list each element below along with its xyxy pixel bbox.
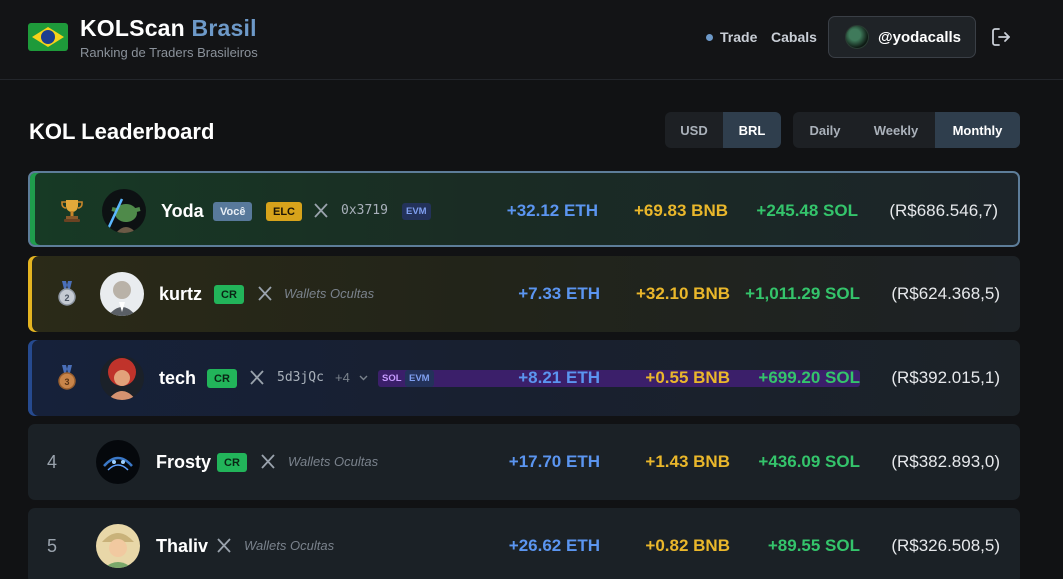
nav-trade[interactable]: Trade: [706, 29, 757, 45]
period-weekly-option[interactable]: Weekly: [857, 112, 935, 148]
more-wallets-count[interactable]: +4: [335, 370, 350, 385]
brl-total: (R$686.546,7): [889, 201, 998, 220]
brl-total: (R$326.508,5): [891, 536, 1000, 555]
rank-number: 5: [47, 536, 58, 556]
sol-pnl: +1,011.29 SOL: [745, 284, 860, 303]
active-dot-icon: [706, 33, 713, 41]
trader-name[interactable]: Yoda: [161, 201, 204, 222]
brand-main: KOLScan: [80, 15, 185, 41]
wallet-address[interactable]: 0x3719: [341, 203, 388, 218]
hidden-wallets-label: Wallets Ocultas: [284, 286, 375, 301]
trader-name[interactable]: Thaliv: [156, 536, 208, 557]
eth-pnl: +7.33 ETH: [518, 284, 600, 303]
x-twitter-icon[interactable]: [250, 370, 264, 385]
leaderboard-row[interactable]: 5 Thaliv Wallets Ocultas +26.62 ETH +0.8…: [28, 508, 1020, 579]
trader-name[interactable]: tech: [159, 368, 196, 389]
period-toggle: Daily Weekly Monthly: [793, 112, 1020, 148]
top-header: KOLScan Brasil Ranking de Traders Brasil…: [0, 0, 1063, 80]
nav-cabals[interactable]: Cabals: [771, 29, 817, 45]
trader-name[interactable]: Frosty: [156, 452, 211, 473]
svg-text:3: 3: [64, 377, 69, 387]
brl-total: (R$392.015,1): [891, 368, 1000, 387]
brand-tagline: Ranking de Traders Brasileiros: [80, 45, 258, 60]
cr-badge: CR: [217, 453, 247, 472]
x-twitter-icon[interactable]: [217, 538, 231, 553]
currency-brl-option[interactable]: BRL: [723, 112, 781, 148]
evm-chain-badge: EVM: [405, 370, 434, 387]
leaderboard-row[interactable]: 3 tech CR 5d3jQc +4 SOL EVM +8.21 ETH +0…: [28, 340, 1020, 416]
you-badge: Você: [213, 202, 253, 221]
eth-pnl: +26.62 ETH: [508, 536, 600, 555]
sol-pnl: +436.09 SOL: [758, 452, 860, 471]
brand-accent: Brasil: [191, 15, 257, 41]
hidden-wallets-label: Wallets Ocultas: [244, 538, 335, 553]
bronze-medal-icon: 3: [58, 365, 76, 390]
cr-badge: CR: [207, 369, 237, 388]
sol-pnl: +699.20 SOL: [758, 368, 860, 387]
avatar: [96, 440, 140, 484]
currency-toggle: USD BRL: [665, 112, 781, 148]
trader-name[interactable]: kurtz: [159, 284, 202, 305]
user-profile-button[interactable]: @yodacalls: [828, 16, 976, 58]
x-twitter-icon[interactable]: [314, 203, 328, 218]
wallet-address[interactable]: 5d3jQc: [277, 370, 324, 385]
hidden-wallets-label: Wallets Ocultas: [288, 454, 379, 469]
leaderboard-row[interactable]: 4 Frosty CR Wallets Ocultas +17.70 ETH +…: [28, 424, 1020, 500]
elc-badge: ELC: [266, 202, 302, 221]
currency-usd-option[interactable]: USD: [665, 112, 723, 148]
brl-total: (R$624.368,5): [891, 284, 1000, 303]
bnb-pnl: +32.10 BNB: [635, 284, 730, 303]
brazil-flag-icon: [28, 23, 68, 51]
page-title: KOL Leaderboard: [29, 119, 215, 144]
nav-trade-label: Trade: [720, 29, 758, 45]
bnb-pnl: +69.83 BNB: [633, 201, 728, 220]
leaderboard-row[interactable]: Yoda Você ELC 0x3719 EVM +32.12 ETH +69.…: [28, 171, 1020, 247]
eth-pnl: +17.70 ETH: [508, 452, 600, 471]
rank-number: 4: [47, 452, 58, 472]
brl-total: (R$382.893,0): [891, 452, 1000, 471]
x-twitter-icon[interactable]: [258, 286, 272, 301]
bnb-pnl: +0.82 BNB: [645, 536, 730, 555]
sol-pnl: +245.48 SOL: [756, 201, 858, 220]
leaderboard-row[interactable]: 2 kurtz CR Wallets Ocultas +7.33 ETH +32…: [28, 256, 1020, 332]
period-monthly-option[interactable]: Monthly: [935, 112, 1020, 148]
brand-title[interactable]: KOLScan Brasil: [80, 15, 257, 42]
avatar: [100, 272, 144, 316]
trophy-icon: [61, 200, 83, 222]
x-twitter-icon[interactable]: [261, 454, 275, 469]
svg-text:2: 2: [64, 293, 69, 303]
eth-pnl: +32.12 ETH: [506, 201, 598, 220]
user-handle: @yodacalls: [878, 28, 961, 46]
evm-chain-badge: EVM: [402, 203, 431, 220]
eth-pnl: +8.21 ETH: [518, 368, 600, 387]
silver-medal-icon: 2: [58, 281, 76, 306]
chevron-down-icon[interactable]: [359, 375, 368, 381]
logout-icon[interactable]: [991, 27, 1013, 47]
period-daily-option[interactable]: Daily: [793, 112, 857, 148]
avatar: [100, 356, 144, 400]
avatar: [96, 524, 140, 568]
bnb-pnl: +0.55 BNB: [645, 368, 730, 387]
avatar: [102, 189, 146, 233]
sol-pnl: +89.55 SOL: [767, 536, 860, 555]
user-avatar: [845, 25, 869, 49]
cr-badge: CR: [214, 285, 244, 304]
bnb-pnl: +1.43 BNB: [645, 452, 730, 471]
